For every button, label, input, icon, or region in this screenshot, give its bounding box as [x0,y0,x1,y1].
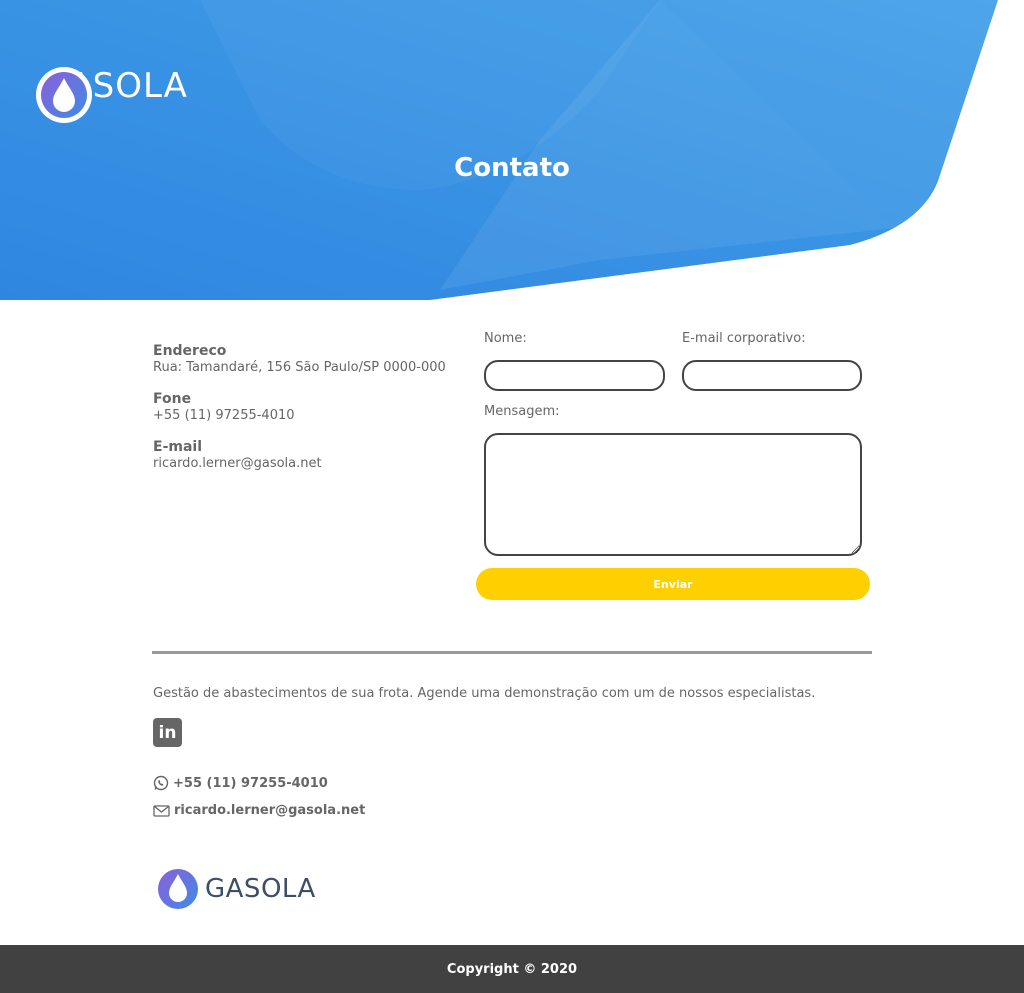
hero-background [0,0,998,300]
email-corporate-label: E-mail corporativo: [682,331,806,346]
footer-tagline: Gestão de abastecimentos de sua frota. A… [153,686,816,701]
gasola-drop-icon [158,869,198,909]
message-textarea[interactable] [484,433,862,556]
linkedin-icon[interactable]: in [153,718,182,747]
copyright-text: Copyright © 2020 [446,961,578,977]
address-value: Rua: Tamandaré, 156 São Paulo/SP 0000-00… [153,360,446,375]
send-button[interactable]: Enviar [476,568,870,600]
whatsapp-icon [153,775,169,791]
footer-phone[interactable]: +55 (11) 97255-4010 [153,775,328,791]
name-input[interactable] [484,360,665,391]
footer-email[interactable]: ricardo.lerner@gasola.net [153,803,365,818]
gasola-drop-icon [36,67,92,123]
footer-phone-text: +55 (11) 97255-4010 [173,775,328,791]
address-label: Endereco [153,343,227,359]
phone-value: +55 (11) 97255-4010 [153,408,295,423]
page-title: Contato [454,153,570,183]
address-block: Endereco Rua: Tamandaré, 156 São Paulo/S… [153,343,463,376]
footer-divider [152,651,872,654]
phone-block: Fone +55 (11) 97255-4010 [153,391,463,424]
footer-email-text: ricardo.lerner@gasola.net [174,803,366,818]
copyright-bar: Copyright © 2020 [0,945,1024,993]
message-label: Mensagem: [484,404,560,419]
contact-info: Endereco Rua: Tamandaré, 156 São Paulo/S… [153,343,463,487]
email-label: E-mail [153,439,203,455]
name-label: Nome: [484,331,527,346]
phone-label: Fone [153,391,192,407]
mail-icon [153,804,170,817]
hero-banner: GASOLA Contato [0,0,1024,300]
email-value: ricardo.lerner@gasola.net [153,456,322,471]
footer-brand-name: GASOLA [205,874,316,904]
header-logo[interactable]: GASOLA [35,66,188,123]
footer-logo[interactable]: GASOLA [155,866,316,912]
email-corporate-input[interactable] [682,360,862,391]
email-block: E-mail ricardo.lerner@gasola.net [153,439,463,472]
